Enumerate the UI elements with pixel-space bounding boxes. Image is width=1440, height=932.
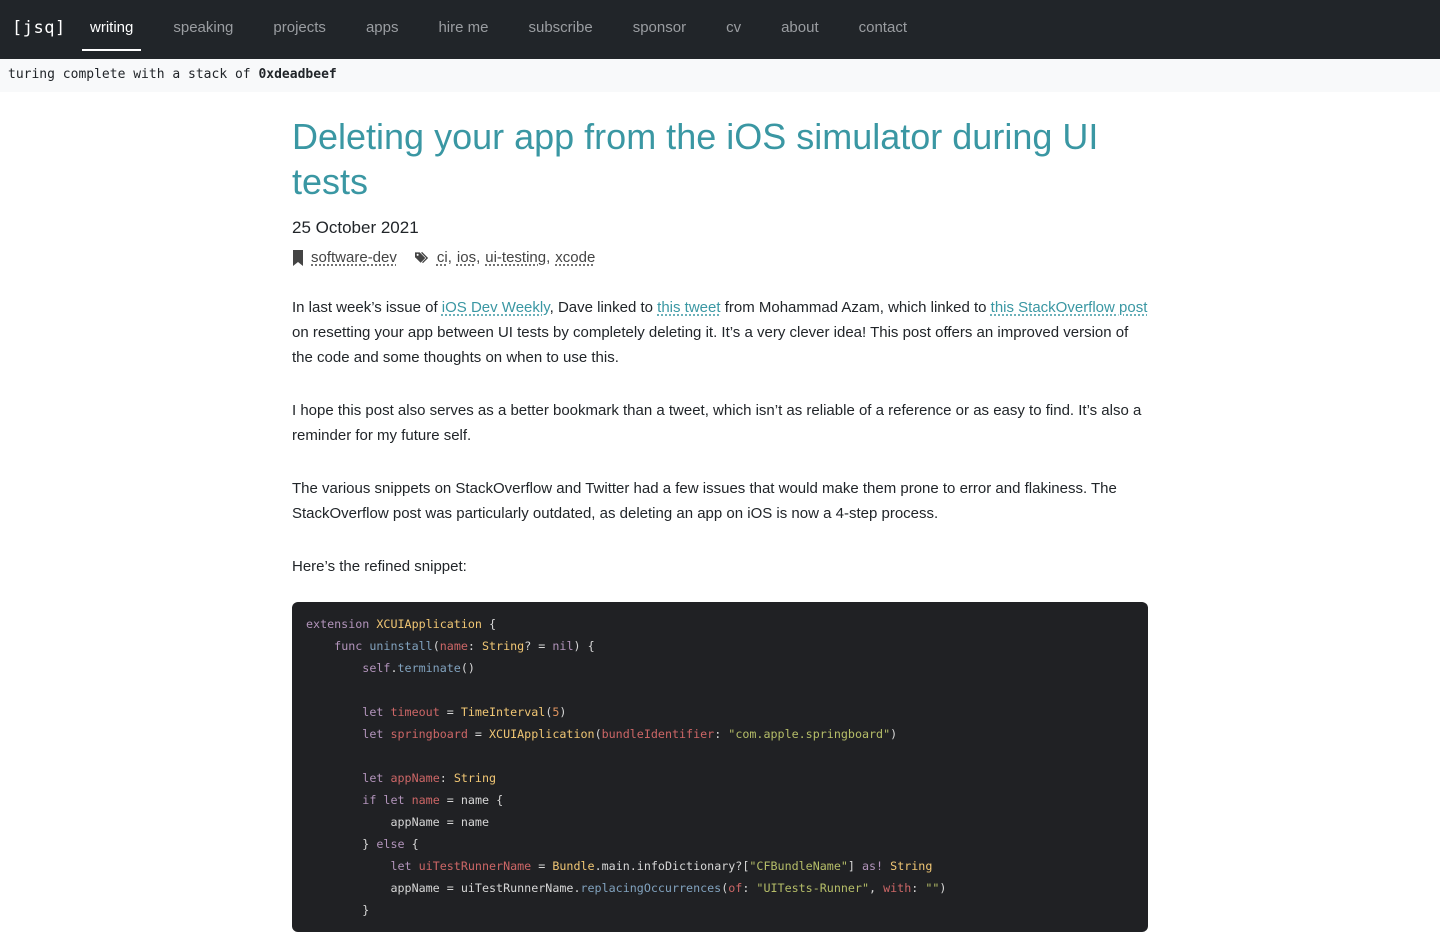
nav-item-projects[interactable]: projects [253, 0, 346, 59]
tag-link[interactable]: ios [457, 249, 476, 266]
code-block[interactable]: extension XCUIApplication { func uninsta… [292, 602, 1148, 932]
tags-icon [414, 251, 428, 263]
paragraph: In last week’s issue of iOS Dev Weekly, … [292, 295, 1148, 370]
nav-item-sponsor[interactable]: sponsor [613, 0, 706, 59]
article-title: Deleting your app from the iOS simulator… [292, 116, 1099, 202]
article-meta: software-dev ci, ios, ui-testing, xcode [292, 249, 1148, 266]
paragraph: The various snippets on StackOverflow an… [292, 480, 1117, 522]
tag-separator: , [476, 249, 481, 266]
code-line: } [306, 903, 370, 917]
code-line: extension XCUIApplication { [306, 617, 497, 631]
tagline-emphasis: 0xdeadbeef [258, 67, 337, 82]
code-line: } else { [306, 837, 419, 851]
nav-items: writing speaking projects apps hire me s… [82, 0, 927, 59]
code-line: appName = uiTestRunnerName.replacingOccu… [390, 881, 947, 895]
category-link[interactable]: software-dev [311, 249, 397, 266]
paragraph: I hope this post also serves as a better… [292, 402, 1142, 444]
nav-item-writing[interactable]: writing [82, 0, 142, 59]
nav-item-apps[interactable]: apps [346, 0, 419, 59]
code-line: let uiTestRunnerName = Bundle.main.infoD… [390, 859, 933, 873]
link-stackoverflow[interactable]: this StackOverflow post [991, 299, 1148, 316]
top-nav: [jsq] writing speaking projects apps hir… [0, 0, 1440, 59]
article-date: 25 October 2021 [292, 218, 419, 237]
text: In last week’s issue of [292, 299, 442, 316]
code-line: if let name = name { [362, 793, 504, 807]
tag-link[interactable]: ui-testing [485, 249, 546, 266]
tagline-prefix: turing complete with a stack of [8, 67, 259, 82]
tag-link[interactable]: ci [437, 249, 448, 266]
bookmark-icon [293, 249, 303, 266]
tag-separator: , [447, 249, 452, 266]
article: Deleting your app from the iOS simulator… [292, 114, 1148, 932]
site-tagline: turing complete with a stack of 0xdeadbe… [0, 59, 1440, 92]
text: from Mohammad Azam, which linked to [720, 299, 991, 316]
code-line: let springboard = XCUIApplication(bundle… [362, 727, 898, 741]
code-line: func uninstall(name: String? = nil) { [334, 639, 595, 653]
nav-item-contact[interactable]: contact [839, 0, 927, 59]
link-ios-dev-weekly[interactable]: iOS Dev Weekly [442, 299, 550, 316]
nav-item-hire-me[interactable]: hire me [418, 0, 508, 59]
code-line: let timeout = TimeInterval(5) [362, 705, 567, 719]
paragraph: Here’s the refined snippet: [292, 558, 467, 575]
nav-item-cv[interactable]: cv [706, 0, 761, 59]
nav-item-subscribe[interactable]: subscribe [509, 0, 613, 59]
tag-link[interactable]: xcode [555, 249, 595, 266]
text: on resetting your app between UI tests b… [292, 324, 1129, 366]
link-tweet[interactable]: this tweet [657, 299, 720, 316]
code-line: let appName: String [362, 771, 497, 785]
code-line: self.terminate() [362, 661, 475, 675]
nav-item-speaking[interactable]: speaking [153, 0, 253, 59]
text: , Dave linked to [549, 299, 658, 316]
site-logo[interactable]: [jsq] [12, 18, 66, 38]
article-body: In last week’s issue of iOS Dev Weekly, … [292, 295, 1148, 579]
nav-item-about[interactable]: about [761, 0, 839, 59]
tag-separator: , [546, 249, 551, 266]
code-line: appName = name [390, 815, 489, 829]
